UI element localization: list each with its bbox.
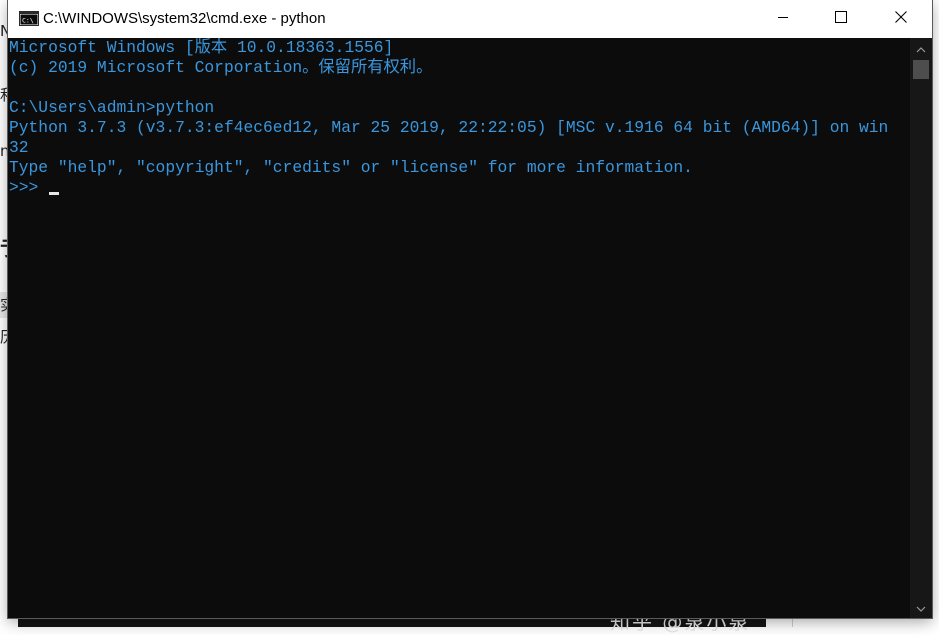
console-line: Microsoft Windows [版本 10.0.18363.1556] xyxy=(9,38,394,57)
title-bar[interactable]: C:\ C:\WINDOWS\system32\cmd.exe - python xyxy=(8,0,932,38)
console-line: (c) 2019 Microsoft Corporation。保留所有权利。 xyxy=(9,58,433,77)
window-title: C:\WINDOWS\system32\cmd.exe - python xyxy=(43,10,326,27)
console-line: 32 xyxy=(9,138,29,157)
scroll-down-button[interactable] xyxy=(910,599,932,616)
console-line: C:\Users\admin>python xyxy=(9,98,215,117)
maximize-button[interactable] xyxy=(812,0,870,38)
cmd-icon: C:\ xyxy=(19,11,39,26)
text-cursor xyxy=(49,192,59,195)
cmd-window[interactable]: C:\ C:\WINDOWS\system32\cmd.exe - python… xyxy=(8,0,932,618)
console-output[interactable]: Microsoft Windows [版本 10.0.18363.1556] (… xyxy=(8,38,910,618)
minimize-button[interactable] xyxy=(754,0,812,38)
chevron-down-icon xyxy=(916,599,926,617)
scroll-up-button[interactable] xyxy=(910,40,932,57)
chevron-up-icon xyxy=(916,40,926,58)
maximize-icon xyxy=(835,10,847,28)
vertical-scrollbar[interactable] xyxy=(910,38,932,618)
console-line: Type "help", "copyright", "credits" or "… xyxy=(9,158,693,177)
scroll-thumb[interactable] xyxy=(913,60,929,79)
console-line: Python 3.7.3 (v3.7.3:ef4ec6ed12, Mar 25 … xyxy=(9,118,889,137)
svg-text:C:\: C:\ xyxy=(22,17,34,25)
close-button[interactable] xyxy=(870,0,932,38)
minimize-icon xyxy=(777,10,789,28)
console-prompt[interactable]: >>> xyxy=(9,178,48,198)
close-icon xyxy=(895,10,907,28)
